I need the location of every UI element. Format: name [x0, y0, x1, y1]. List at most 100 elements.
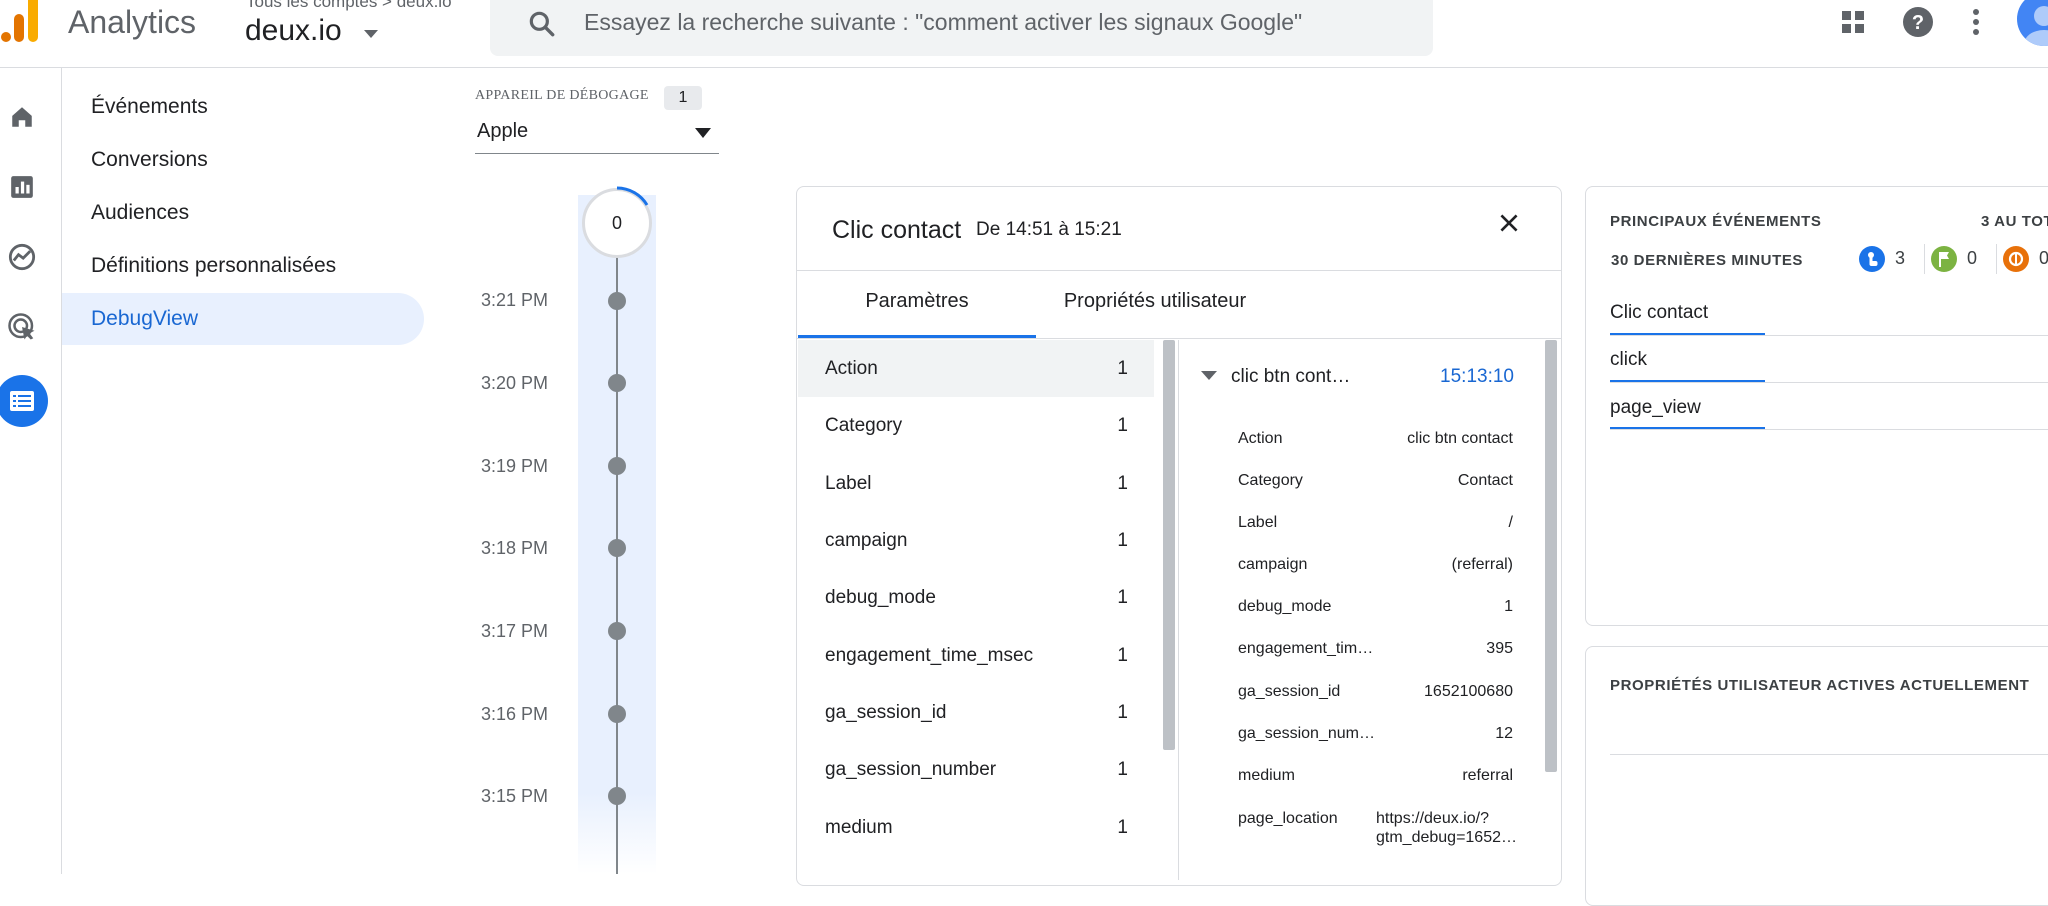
nav-item-audiences[interactable]: Audiences [62, 187, 424, 239]
detail-key: campaign [1238, 556, 1308, 573]
params-scrollbar[interactable] [1163, 340, 1175, 750]
param-row[interactable]: engagement_time_msec 1 [798, 627, 1154, 684]
param-name: ga_session_id [825, 701, 947, 723]
param-count: 1 [1117, 529, 1128, 551]
detail-key: Label [1238, 514, 1278, 531]
nav-item-debugview[interactable]: DebugView [62, 293, 424, 345]
error-count: 0 [2039, 248, 2048, 268]
param-name: campaign [825, 529, 908, 551]
param-count: 1 [1117, 758, 1128, 780]
param-name: engagement_time_msec [825, 644, 1034, 666]
divider [797, 270, 1561, 271]
close-icon[interactable] [1496, 210, 1522, 236]
nav-item-custom-definitions[interactable]: Définitions personnalisées [62, 240, 424, 292]
account-breadcrumb[interactable]: Tous les comptes > deux.io [246, 0, 452, 12]
debug-device-label: APPAREIL DE DÉBOGAGE [475, 88, 649, 103]
param-row[interactable]: ga_session_id 1 [798, 684, 1154, 741]
timeline-minute-dot[interactable] [608, 539, 626, 557]
touch-icon [1859, 246, 1885, 272]
param-count: 1 [1117, 644, 1128, 666]
param-count: 1 [1117, 472, 1128, 494]
param-row[interactable]: Label 1 [798, 455, 1154, 512]
param-name: Action [825, 357, 878, 379]
timeline-time-label: 3:21 PM [481, 290, 549, 310]
timeline-time-label: 3:19 PM [481, 456, 549, 476]
error-icon [2003, 246, 2029, 272]
param-count: 1 [1117, 701, 1128, 723]
dropdown-arrow-icon[interactable] [695, 128, 711, 138]
separator [1996, 244, 1997, 274]
advertising-icon[interactable] [0, 305, 44, 349]
analytics-logo[interactable] [0, 0, 42, 44]
divider [1610, 754, 2048, 755]
property-dropdown-icon[interactable] [364, 30, 378, 38]
event-title: Clic contact [832, 216, 962, 244]
detail-key: medium [1238, 767, 1295, 784]
detail-key: engagement_tim… [1238, 640, 1374, 657]
param-row[interactable]: campaign 1 [798, 512, 1154, 569]
top-event-item[interactable]: click [1610, 349, 1647, 371]
detail-key: Action [1238, 430, 1283, 447]
divider [1610, 335, 2048, 336]
timeline-time-label: 3:18 PM [481, 538, 549, 558]
timeline-minute-dot[interactable] [608, 622, 626, 640]
param-row[interactable]: ga_session_number 1 [798, 741, 1154, 798]
top-event-item[interactable]: Clic contact [1610, 302, 1708, 324]
param-count: 1 [1117, 414, 1128, 436]
nav-item-conversions[interactable]: Conversions [62, 134, 424, 186]
explore-icon[interactable] [0, 235, 44, 279]
top-events-total: 3 AU TOTAL [1981, 213, 2048, 230]
param-row[interactable]: Category 1 [798, 397, 1154, 454]
detail-value: 12 [1495, 725, 1513, 742]
detail-value: Contact [1457, 472, 1513, 489]
top-events-title: PRINCIPAUX ÉVÉNEMENTS [1610, 213, 1822, 230]
top-events-period: 30 DERNIÈRES MINUTES [1611, 252, 1804, 269]
flag-count: 0 [1967, 248, 1978, 268]
property-selector[interactable]: deux.io [245, 14, 342, 48]
timeline-minute-dot[interactable] [608, 787, 626, 805]
more-vert-icon[interactable] [1968, 8, 1984, 38]
detail-key: ga_session_num… [1238, 725, 1375, 742]
reports-icon[interactable] [0, 165, 44, 209]
timeline-time-label: 3:20 PM [481, 373, 549, 393]
tab-user-properties[interactable]: Propriétés utilisateur [1036, 290, 1274, 313]
search-input[interactable]: Essayez la recherche suivante : "comment… [584, 9, 1302, 36]
timeline-time-label: 3:17 PM [481, 621, 549, 641]
detail-value: https://deux.io/? [1376, 810, 1489, 827]
home-icon[interactable] [0, 95, 44, 139]
divider [797, 338, 1561, 339]
detail-event-time: 15:13:10 [1440, 366, 1514, 387]
debug-device-select[interactable]: Apple [477, 120, 528, 143]
help-icon[interactable]: ? [1902, 6, 1934, 38]
touch-count: 3 [1895, 248, 1906, 268]
param-row[interactable]: medium 1 [798, 799, 1154, 856]
detail-event-name[interactable]: clic btn cont… [1231, 366, 1350, 388]
flag-icon [1931, 246, 1957, 272]
detail-value: 1 [1504, 598, 1513, 615]
detail-value: referral [1462, 767, 1513, 784]
timeline-minute-dot[interactable] [608, 457, 626, 475]
top-event-item[interactable]: page_view [1610, 397, 1701, 419]
detail-scrollbar[interactable] [1545, 340, 1557, 772]
param-row[interactable]: debug_mode 1 [798, 569, 1154, 626]
tab-parameters[interactable]: Paramètres [798, 290, 1036, 313]
param-count: 1 [1117, 357, 1128, 379]
param-name: ga_session_number [825, 758, 997, 780]
detail-value: / [1508, 514, 1513, 531]
user-properties-title: PROPRIÉTÉS UTILISATEUR ACTIVES ACTUELLEM… [1610, 677, 2030, 694]
timeline-minute-dot[interactable] [608, 705, 626, 723]
apps-grid-icon[interactable] [1841, 10, 1865, 34]
app-title: Analytics [68, 4, 197, 40]
param-name: debug_mode [825, 586, 936, 608]
detail-value: 395 [1486, 640, 1513, 657]
timeline-minute-dot[interactable] [608, 374, 626, 392]
param-row[interactable]: Action 1 [798, 340, 1154, 397]
nav-item-events[interactable]: Événements [62, 81, 424, 133]
timeline-minute-dot[interactable] [608, 292, 626, 310]
collapse-arrow-icon[interactable] [1201, 371, 1217, 380]
configure-icon[interactable] [0, 375, 48, 427]
search-icon [529, 11, 555, 37]
timeline-time-label: 3:15 PM [481, 786, 549, 806]
param-name: Category [825, 414, 903, 436]
detail-value-continued: gtm_debug=1652… [1376, 829, 1517, 846]
